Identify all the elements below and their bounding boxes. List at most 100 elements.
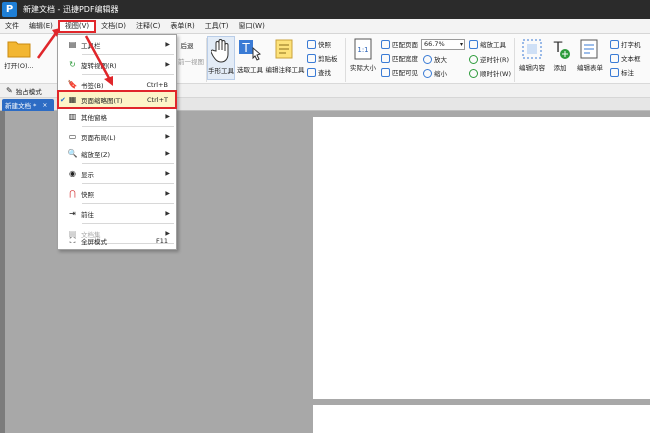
actual-size-label: 实际大小 [350, 64, 376, 72]
hand-icon [208, 39, 234, 63]
menu-edit[interactable]: 编辑(E) [24, 20, 58, 33]
zoom-out-button[interactable]: 缩小 [423, 67, 447, 79]
forward-view-label: 前一视图 [178, 58, 204, 66]
add-label: 添加 [553, 64, 567, 72]
hand-tool-label: 手形工具 [208, 67, 234, 75]
zoom-in-button[interactable]: 放大 [423, 53, 447, 65]
snapshot-label: 快照 [318, 41, 331, 49]
menu-item-zoom-to[interactable]: 🔍 缩放至(Z) ▶ [58, 145, 176, 162]
menu-item-label: 缩放至(Z) [81, 150, 111, 159]
add-text-icon: T [548, 38, 572, 60]
edit-annotation-tool-button[interactable]: 编辑注释工具 [265, 36, 305, 74]
menu-item-label: 页面布局(L) [81, 133, 116, 142]
menu-item-toolbar[interactable]: ▤ 工具栏 ▶ [58, 36, 176, 53]
fit-visible-icon [381, 67, 390, 77]
forward-view-button[interactable]: 前一视图 [176, 56, 206, 66]
window-title: 新建文档 - 迅捷PDF编辑器 [23, 5, 119, 14]
zoom-tool-icon [469, 39, 478, 49]
rotate-ccw-button[interactable]: 逆时针(R) [469, 53, 509, 65]
clipboard-icon [307, 53, 316, 63]
add-button[interactable]: T 添加 [548, 36, 572, 72]
open-label: 打开(O)... [4, 62, 34, 70]
rotate-cw-button[interactable]: 顺时针(W) [469, 67, 511, 79]
camera-icon [307, 39, 316, 49]
menu-window[interactable]: 窗口(W) [233, 20, 269, 33]
exclusive-mode-icon: ✎ [6, 86, 13, 95]
menu-item-label: 其他窗格 [81, 113, 107, 122]
menu-item-rotate-view[interactable]: ↻ 旋转视图(R) ▶ [58, 56, 176, 73]
menu-item-shortcut: F11 [155, 236, 168, 245]
menu-item-shortcut: Ctrl+B [146, 80, 168, 89]
menu-item-label: 工具栏 [81, 41, 101, 50]
menu-item-label: 前往 [81, 210, 94, 219]
textbox-button[interactable]: 文本框 [610, 52, 641, 64]
menu-item-label: 快照 [81, 190, 94, 199]
find-label: 查找 [318, 69, 331, 77]
hand-tool-button[interactable]: 手形工具 [207, 36, 235, 80]
rotate-ccw-label: 逆时针(R) [480, 56, 510, 64]
back-button[interactable]: 后退 [176, 40, 198, 50]
menu-item-other-panes[interactable]: ▥ 其他窗格 ▶ [58, 108, 176, 125]
menu-item-label: 页面缩略图(T) [81, 96, 123, 105]
open-button[interactable]: 打开(O)... [2, 38, 36, 70]
submenu-arrow-icon: ▶ [165, 150, 170, 157]
menu-item-page-layout[interactable]: ▭ 页面布局(L) ▶ [58, 128, 176, 145]
callout-label: 标注 [621, 69, 634, 77]
form-icon [573, 38, 607, 60]
callout-button[interactable]: 标注 [610, 66, 634, 78]
edit-content-button[interactable]: 编辑内容 [516, 36, 548, 72]
zoom-to-icon: 🔍 [67, 149, 78, 158]
display-icon: ◉ [69, 169, 76, 178]
exclusive-mode-button[interactable]: ✎ 独占模式 [6, 86, 42, 96]
submenu-arrow-icon: ▶ [165, 133, 170, 140]
pdf-page-1[interactable] [313, 117, 650, 399]
edit-content-icon [516, 38, 548, 60]
menu-comment[interactable]: 注释(C) [131, 20, 165, 33]
pane-icon: ▥ [68, 112, 77, 121]
menu-item-fullscreen[interactable]: ⛶ 全屏模式 F11 [58, 232, 176, 249]
edit-form-button[interactable]: 编辑表单 [573, 36, 607, 72]
checkmark-icon: ✔ [60, 95, 66, 104]
menu-item-goto[interactable]: ⇥ 前往 ▶ [58, 205, 176, 222]
menu-file[interactable]: 文件 [0, 20, 24, 33]
fit-visible-button[interactable]: 匹配可见 [381, 66, 418, 78]
close-icon[interactable]: × [42, 102, 47, 109]
menu-view[interactable]: 视图(V) [57, 19, 97, 33]
rotate-cw-icon [469, 68, 478, 78]
view-menu-dropdown: ▤ 工具栏 ▶ ↻ 旋转视图(R) ▶ 🔖 书签(B) Ctrl+B ✔ ▦ 页… [57, 34, 177, 250]
zoom-out-label: 缩小 [434, 70, 447, 78]
menu-item-snap[interactable]: ⋂ 快照 ▶ [58, 185, 176, 202]
rotate-ccw-icon [469, 54, 478, 64]
menu-document[interactable]: 文档(D) [96, 20, 131, 33]
fit-width-button[interactable]: 匹配宽度 [381, 52, 418, 64]
menu-item-label: 显示 [81, 170, 94, 179]
menu-item-page-thumbnails[interactable]: ✔ ▦ 页面缩略图(T) Ctrl+T [57, 90, 177, 109]
fit-visible-label: 匹配可见 [392, 69, 418, 77]
menu-form[interactable]: 表单(R) [165, 20, 199, 33]
menu-item-display[interactable]: ◉ 显示 ▶ [58, 165, 176, 182]
fit-page-label: 匹配页面 [392, 41, 418, 49]
clipboard-button[interactable]: 剪贴板 [307, 52, 338, 64]
find-button[interactable]: 查找 [307, 66, 331, 78]
fit-page-button[interactable]: 匹配页面 [381, 38, 418, 50]
document-tab-label: 新建文档 * [5, 102, 37, 110]
actual-size-button[interactable]: 1:1 实际大小 [348, 38, 378, 72]
menu-tools[interactable]: 工具(T) [200, 20, 234, 33]
annotation-icon [265, 38, 305, 62]
rotate-icon: ↻ [69, 60, 76, 69]
typewriter-button[interactable]: 打字机 [610, 38, 641, 50]
plus-icon [423, 54, 432, 64]
document-tab[interactable]: 新建文档 * × [2, 99, 54, 111]
select-tool-button[interactable]: T 选取工具 [236, 36, 264, 74]
pdf-page-2[interactable] [313, 405, 650, 433]
binoculars-icon [307, 67, 316, 77]
snapshot-button[interactable]: 快照 [307, 38, 331, 50]
fit-width-label: 匹配宽度 [392, 55, 418, 63]
edit-content-label: 编辑内容 [519, 64, 545, 72]
zoom-level-select[interactable]: 66.7% [421, 39, 465, 50]
thumbnail-icon: ▦ [68, 95, 77, 104]
menu-item-label: 旋转视图(R) [81, 61, 117, 70]
typewriter-icon [610, 39, 619, 49]
edit-annotation-label: 编辑注释工具 [265, 66, 305, 74]
zoom-tool-button[interactable]: 缩放工具 [469, 38, 506, 50]
